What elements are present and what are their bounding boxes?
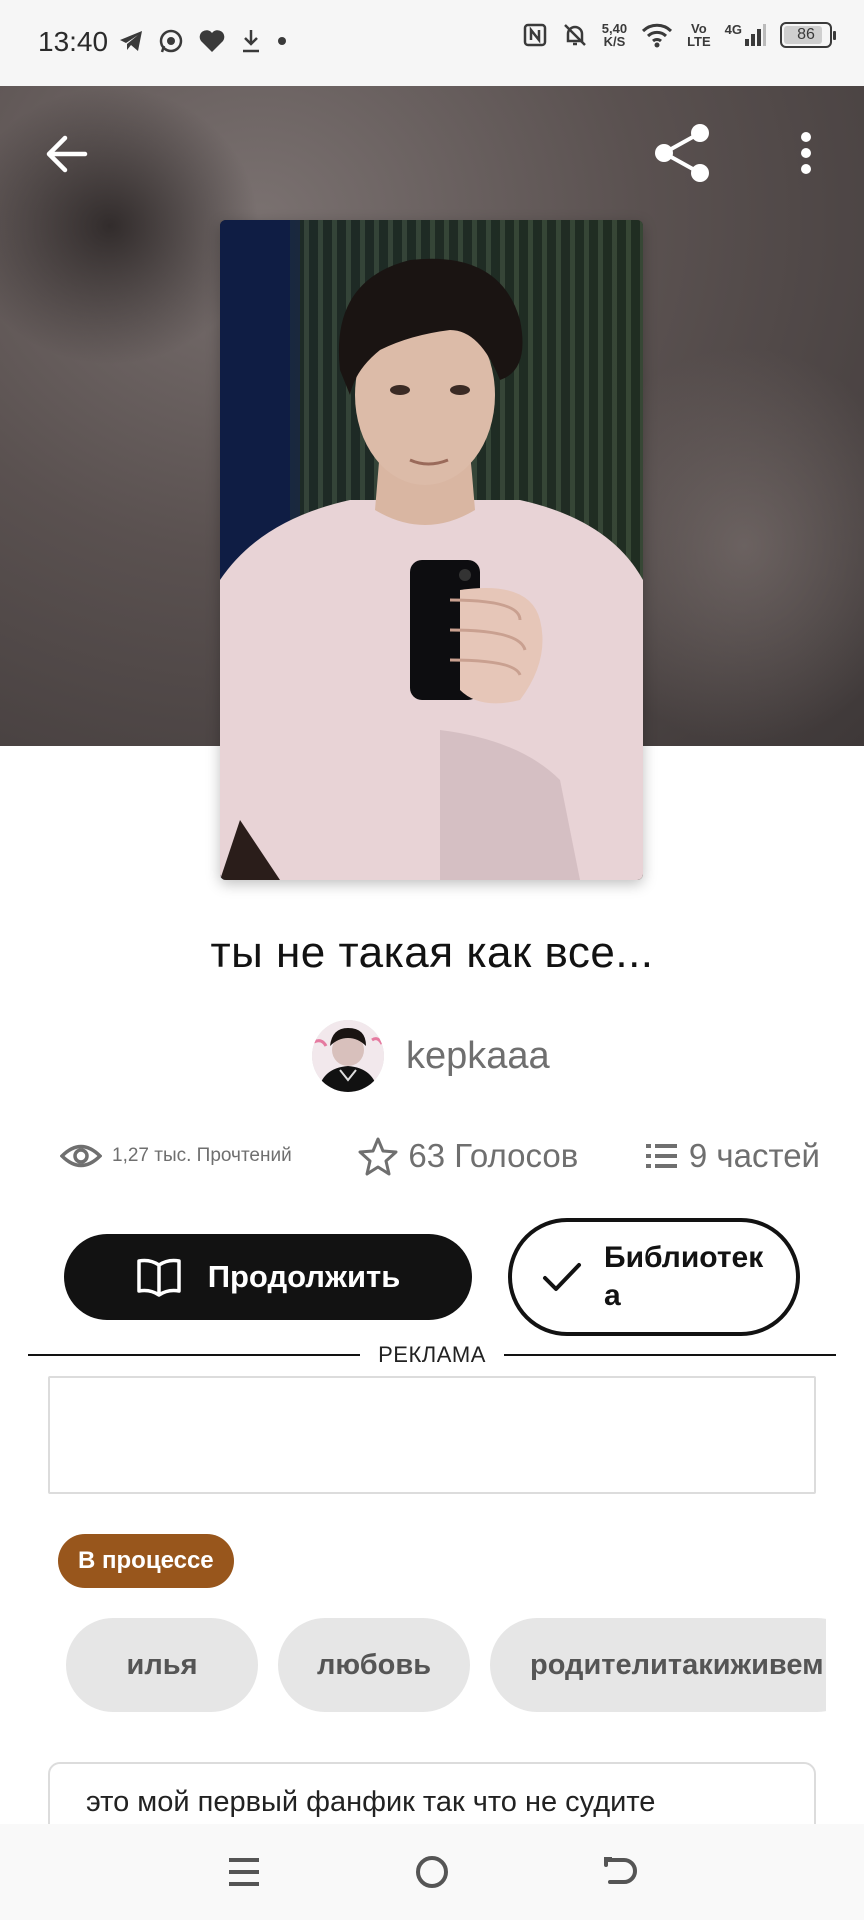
battery-indicator: 86 bbox=[780, 22, 836, 48]
heart-icon bbox=[199, 30, 225, 52]
back-button[interactable] bbox=[36, 126, 98, 182]
status-time: 13:40 bbox=[38, 26, 109, 57]
ad-slot[interactable] bbox=[48, 1376, 816, 1494]
net-speed: 5,40 K/S bbox=[601, 21, 628, 49]
story-title: ты не такая как все... bbox=[210, 928, 654, 977]
book-open-icon bbox=[136, 1258, 181, 1297]
ad-label: РЕКЛАМА bbox=[378, 1342, 486, 1367]
ad-separator: РЕКЛАМА bbox=[28, 1340, 836, 1370]
author-avatar bbox=[312, 1020, 384, 1092]
system-nav-bar bbox=[0, 1824, 864, 1920]
status-bar: 13:40 5,40 K/S Vo LTE 4G 86 bbox=[0, 0, 864, 86]
back-nav-button[interactable] bbox=[590, 1842, 650, 1902]
description-text: это мой первый фанфик так что не судите bbox=[86, 1786, 656, 1818]
telegram-icon bbox=[120, 31, 142, 51]
tag-chip[interactable]: любовь bbox=[278, 1618, 470, 1712]
divider bbox=[28, 1354, 361, 1356]
nfc-icon bbox=[523, 23, 546, 47]
share-icon bbox=[655, 124, 709, 182]
download-icon bbox=[243, 30, 259, 53]
recent-apps-button[interactable] bbox=[214, 1842, 274, 1902]
divider bbox=[503, 1354, 836, 1356]
check-icon bbox=[543, 1263, 581, 1291]
mute-bell-icon bbox=[563, 24, 586, 46]
home-button[interactable] bbox=[402, 1842, 462, 1902]
share-button[interactable] bbox=[644, 118, 720, 188]
story-stats: 1,27 тыс. Прочтений 63 Голосов 9 частей bbox=[60, 1136, 820, 1176]
signal-indicator: 4G bbox=[725, 23, 766, 47]
author-name: kepkaaa bbox=[406, 1034, 550, 1077]
volte-indicator: Vo LTE bbox=[687, 21, 711, 49]
add-to-library-button[interactable]: Библиотека bbox=[508, 1218, 800, 1336]
story-cover-image[interactable] bbox=[220, 220, 643, 880]
more-options-button[interactable] bbox=[780, 118, 832, 188]
eye-icon bbox=[60, 1144, 102, 1168]
story-page: 13:40 5,40 K/S Vo LTE 4G 86 ты не такая … bbox=[0, 0, 864, 1920]
author-link[interactable]: kepkaaa bbox=[312, 1020, 550, 1092]
tag-chip[interactable]: илья bbox=[66, 1618, 258, 1712]
tag-list: илья любовь родителитакиживем bbox=[66, 1618, 826, 1714]
continue-reading-button[interactable]: Продолжить bbox=[64, 1234, 472, 1320]
whatsapp-icon bbox=[159, 29, 183, 53]
wifi-icon bbox=[642, 23, 673, 48]
back-nav-icon bbox=[604, 1857, 637, 1884]
notification-icons bbox=[118, 28, 288, 54]
star-icon bbox=[358, 1137, 398, 1176]
more-vertical-icon bbox=[801, 132, 811, 174]
arrow-left-icon bbox=[46, 135, 88, 173]
votes-stat: 63 Голосов bbox=[358, 1136, 578, 1176]
cover-photo bbox=[220, 220, 643, 880]
list-icon bbox=[645, 1144, 677, 1168]
circle-icon bbox=[416, 1856, 448, 1888]
status-badge: В процессе bbox=[58, 1534, 234, 1588]
status-right-icons: 5,40 K/S Vo LTE 4G 86 bbox=[522, 21, 836, 49]
dot-icon bbox=[278, 37, 286, 45]
tag-chip[interactable]: родителитакиживем bbox=[490, 1618, 826, 1712]
signal-icon bbox=[745, 24, 766, 46]
reads-stat: 1,27 тыс. Прочтений bbox=[60, 1141, 292, 1171]
menu-icon bbox=[229, 1858, 259, 1886]
parts-stat: 9 частей bbox=[645, 1137, 820, 1175]
